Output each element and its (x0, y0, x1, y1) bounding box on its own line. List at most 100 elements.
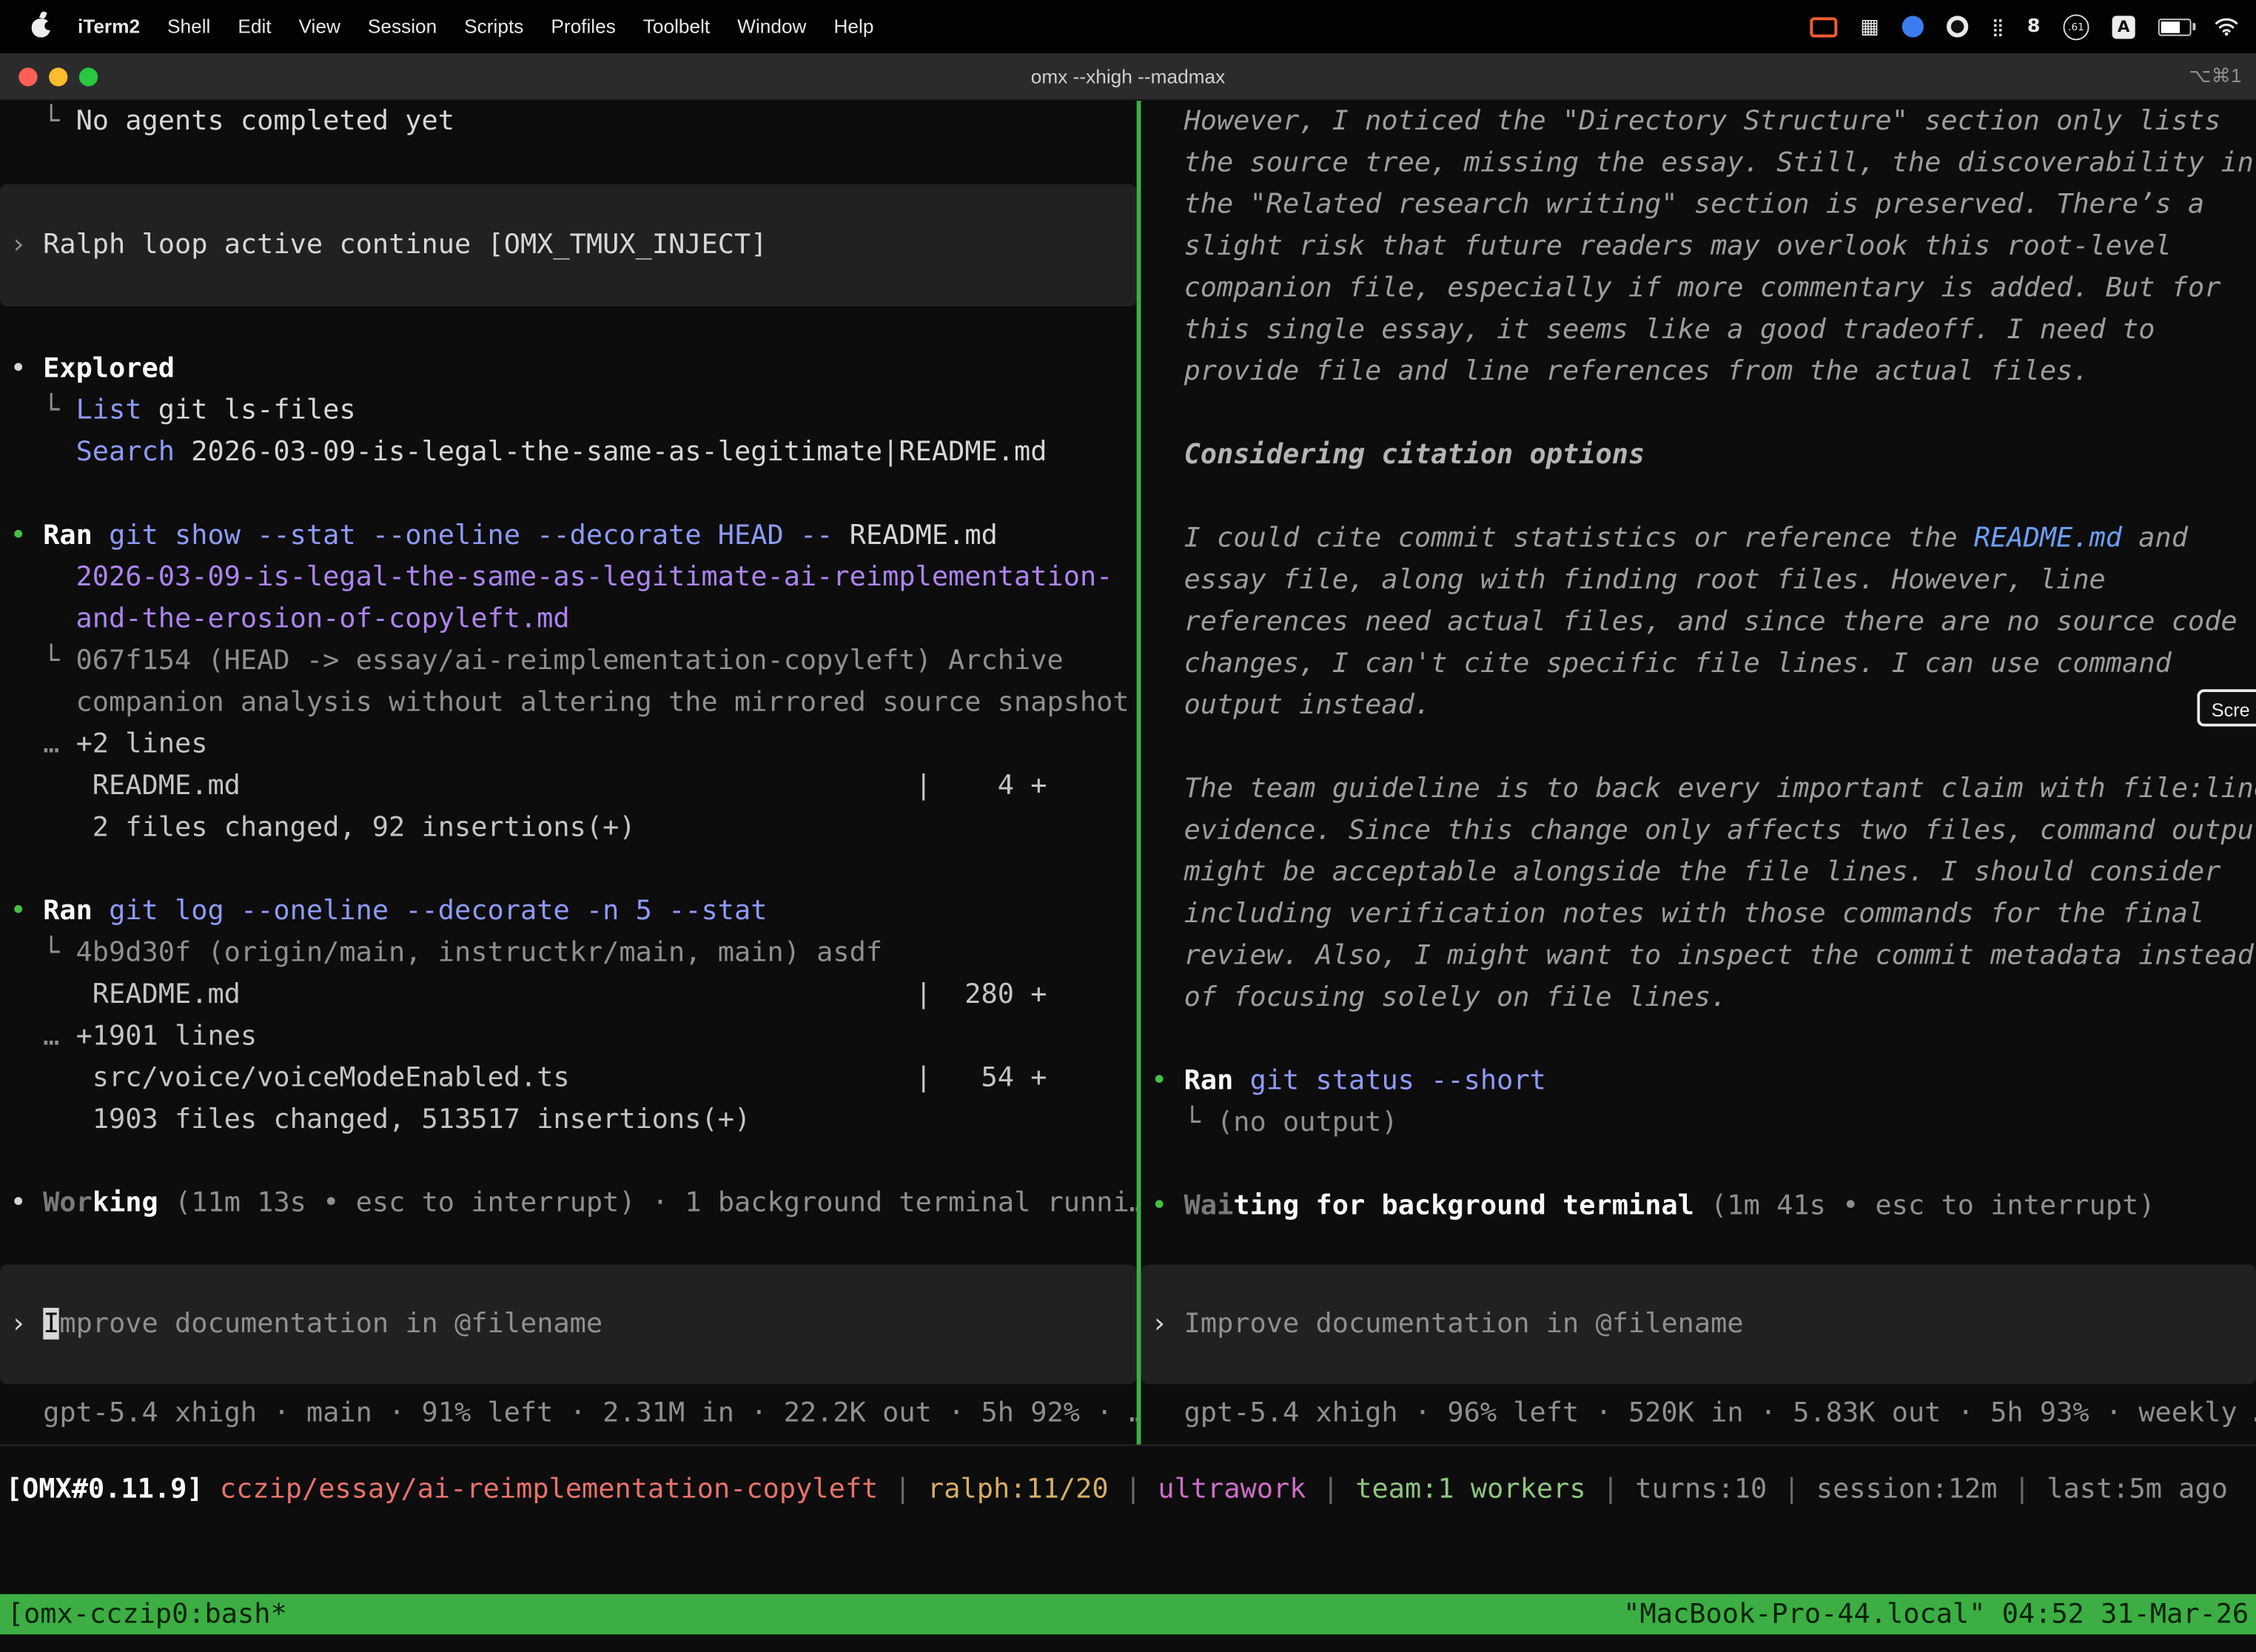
battery-icon[interactable] (2158, 18, 2192, 35)
left-pane-lines: • Explored └ List git ls-files Search 20… (0, 348, 1137, 1224)
input-source-icon[interactable]: A (2112, 15, 2135, 38)
window-title-bar[interactable]: omx --xhigh --madmax ⌥⌘1 (0, 53, 2256, 101)
apple-menu-icon[interactable] (32, 19, 50, 37)
text-segment: └ (no output) (1151, 1107, 1398, 1138)
terminal-line: provide file and line references from th… (1141, 351, 2256, 392)
zoom-button[interactable] (79, 67, 98, 86)
omx-status-text: [OMX#0.11.9] cczip/essay/ai-reimplementa… (0, 1469, 2256, 1511)
terminal-line (1141, 1018, 2256, 1060)
tmux-session-label: [omx-cczip0:bash* (7, 1594, 287, 1634)
terminal-line: essay file, along with finding root file… (1141, 560, 2256, 601)
left-pane[interactable]: └ No agents completed yet › Ralph loop a… (0, 101, 1137, 1445)
screen-recording-indicator-icon[interactable] (1810, 16, 1837, 36)
model-status-right-text: gpt-5.4 xhigh · 96% left · 520K in · 5.8… (1141, 1393, 2256, 1434)
terminal-line: Considering citation options (1141, 434, 2256, 476)
terminal-line (0, 849, 1137, 890)
terminal-line: changes, I can't cite specific file line… (1141, 643, 2256, 685)
terminal-line (0, 1141, 1137, 1182)
text-segment: review. Also, I might want to inspect th… (1151, 939, 2254, 971)
figure-eight-icon[interactable]: 8 (2027, 16, 2041, 37)
terminal-line: … +1901 lines (0, 1015, 1137, 1057)
iterm2-window: iTerm2 Shell Edit View Session Scripts P… (0, 0, 2256, 1652)
text-segment: slight risk that future readers may over… (1151, 230, 2172, 262)
dots-grid-icon[interactable]: ⣿ (1992, 16, 2004, 36)
text-segment: companion file, especially if more comme… (1151, 272, 2220, 303)
text-segment: • (1151, 1190, 1184, 1222)
terminal-line: └ 4b9d30f (origin/main, instructkr/main,… (0, 933, 1137, 974)
text-segment: this single essay, it seems like a good … (1151, 314, 2155, 346)
menu-item-scripts[interactable]: Scripts (464, 16, 523, 37)
text-segment: session:12m (1816, 1474, 1998, 1505)
text-segment: | (1586, 1474, 1636, 1505)
terminal-line: 2026-03-09-is-legal-the-same-as-legitima… (0, 557, 1137, 598)
text-segment: Explored (43, 352, 175, 384)
terminal-line: references need actual files, and since … (1141, 602, 2256, 643)
terminal-line: src/voice/voiceModeEnabled.ts | 54 + (0, 1058, 1137, 1099)
text-segment: last:5m ago (2047, 1474, 2228, 1505)
grid-app-icon[interactable]: ▦ (1860, 15, 1879, 38)
terminal-line: • Ran git status --short (1141, 1061, 2256, 1102)
round-app-icon[interactable] (1947, 16, 1968, 37)
text-segment: (11m 13s • esc to interrupt) · 1 backgro… (158, 1187, 1137, 1219)
terminal-line: I could cite commit statistics or refere… (1141, 518, 2256, 560)
terminal-line: • Working (11m 13s • esc to interrupt) ·… (0, 1183, 1137, 1224)
menu-item-session[interactable]: Session (368, 16, 437, 37)
prompt-input-left[interactable]: › Improve documentation in @filename (0, 1265, 1137, 1384)
blue-app-icon[interactable] (1902, 16, 1924, 37)
text-segment: evidence. Since this change only affects… (1151, 814, 2256, 846)
text-segment: › (10, 229, 43, 261)
text-segment: Search (76, 436, 175, 468)
menu-item-window[interactable]: Window (737, 16, 806, 37)
menu-item-shell[interactable]: Shell (167, 16, 210, 37)
text-segment: • (10, 1187, 43, 1219)
text-segment: provide file and line references from th… (1151, 355, 2089, 387)
text-segment: the "Related research writing" section i… (1151, 189, 2204, 221)
terminal-line: might be acceptable alongside the file l… (1141, 852, 2256, 893)
text-segment: turns:10 (1635, 1474, 1767, 1505)
menu-item-toolbelt[interactable]: Toolbelt (643, 16, 710, 37)
text-segment: • (1151, 1064, 1184, 1096)
terminal-line: and-the-erosion-of-copyleft.md (0, 599, 1137, 640)
close-button[interactable] (19, 67, 37, 86)
terminal-line (0, 142, 1137, 184)
terminal-line (1141, 727, 2256, 768)
text-segment: └ 067f154 (HEAD -> essay/ai-reimplementa… (10, 645, 1064, 676)
terminal-line: review. Also, I might want to inspect th… (1141, 936, 2256, 977)
terminal-line: slight risk that future readers may over… (1141, 226, 2256, 267)
menu-item-view[interactable]: View (299, 16, 340, 37)
minimize-button[interactable] (49, 67, 67, 86)
text-segment: └ (10, 394, 76, 426)
text-segment: Wai (1184, 1190, 1234, 1222)
menu-item-help[interactable]: Help (833, 16, 873, 37)
text-segment: src/voice/voiceModeEnabled.ts | 54 + (10, 1062, 1047, 1094)
text-segment: | (1109, 1474, 1158, 1505)
text-segment: README.md | 4 + (10, 770, 1047, 802)
text-segment: Ralph loop active continue [OMX_TMUX_INJ… (43, 229, 767, 261)
terminal-line: companion file, especially if more comme… (1141, 268, 2256, 309)
menu-item-iterm2[interactable]: iTerm2 (78, 16, 140, 37)
battery-percent-icon[interactable]: .61 (2064, 13, 2089, 39)
text-segment: the source tree, missing the essay. Stil… (1151, 147, 2254, 178)
text-segment: 2026-03-09-is-legal-the-same-as-legitima… (175, 436, 1047, 468)
terminal-line: └ (no output) (1141, 1102, 2256, 1144)
text-segment: and-the-erosion-of-copyleft.md (10, 602, 570, 634)
terminal-line: this single essay, it seems like a good … (1141, 309, 2256, 351)
text-segment: git show --stat --oneline --decorate HEA… (109, 520, 850, 551)
menu-item-profiles[interactable]: Profiles (551, 16, 616, 37)
terminal-line: of focusing solely on file lines. (1141, 977, 2256, 1018)
text-segment: gpt-5.4 xhigh · 96% left · 520K in · 5.8… (1151, 1397, 2256, 1429)
prompt-input-right[interactable]: › Improve documentation in @filename (1141, 1265, 2256, 1384)
wifi-icon[interactable] (2215, 17, 2239, 36)
text-segment: output instead. (1151, 689, 1431, 721)
right-pane[interactable]: However, I noticed the "Directory Struct… (1141, 101, 2256, 1445)
terminal-line (1141, 1144, 2256, 1185)
tmux-status-bar: [omx-cczip0:bash* "MacBook-Pro-44.local"… (0, 1594, 2256, 1634)
text-segment: No agents completed yet (76, 105, 454, 137)
terminal-line: including verification notes with those … (1141, 893, 2256, 935)
text-segment: references need actual files, and since … (1151, 605, 2237, 637)
menu-item-edit[interactable]: Edit (238, 16, 271, 37)
terminal-line: • Ran git log --oneline --decorate -n 5 … (0, 890, 1137, 932)
terminal-line: … +2 lines (0, 724, 1137, 765)
text-segment: Wor (43, 1187, 93, 1219)
left-pane-scrollback: └ No agents completed yet › Ralph loop a… (0, 101, 1137, 1265)
